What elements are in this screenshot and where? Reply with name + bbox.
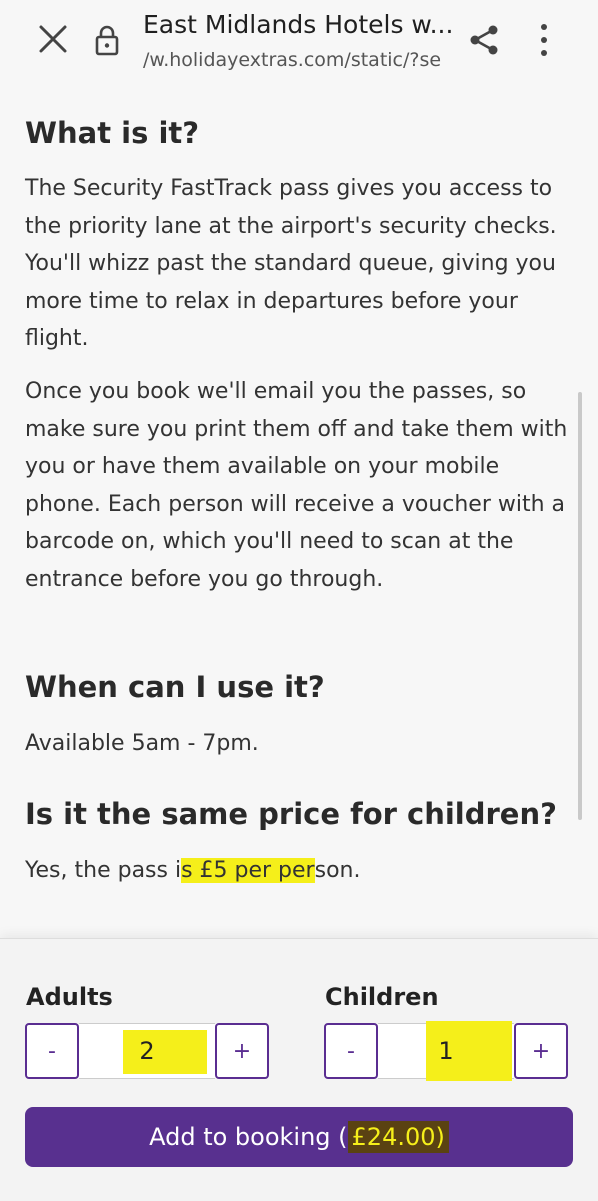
adults-value-highlight (123, 1030, 207, 1074)
adults-label: Adults (26, 983, 113, 1011)
page-title: East Midlands Hotels w... (143, 10, 454, 39)
heading-children-price: Is it the same price for children? (25, 797, 557, 831)
add-to-booking-label: Add to booking ( (149, 1123, 348, 1151)
heading-what-is-it: What is it? (25, 116, 200, 150)
url-bar[interactable]: /w.holidayextras.com/static/?se (143, 49, 441, 71)
children-text-end: son. (314, 858, 361, 883)
scrollbar[interactable] (578, 392, 582, 820)
booking-panel: Adults Children - 2 + - 1 + Add to booki… (0, 938, 598, 1201)
booking-total-price: £24.00) (347, 1121, 449, 1153)
what-is-it-paragraph-2: Once you book we'll email you the passes… (25, 379, 568, 592)
highlighted-price-text: s £5 per per (181, 858, 315, 883)
close-icon[interactable] (36, 22, 70, 56)
page-content: More information What is it? The Securit… (0, 0, 598, 938)
share-icon[interactable] (468, 24, 500, 56)
children-quantity-field[interactable]: 1 (378, 1021, 514, 1081)
what-is-it-paragraph-1: The Security FastTrack pass gives you ac… (25, 176, 557, 351)
children-stepper: - 1 + (324, 1021, 572, 1081)
children-text-start: Yes, the pass i (25, 858, 182, 883)
browser-toolbar: East Midlands Hotels w... /w.holidayextr… (0, 0, 598, 80)
more-options-icon[interactable] (534, 22, 554, 58)
lock-icon[interactable] (94, 24, 120, 56)
children-price-text: Yes, the pass is £5 per person. (25, 852, 573, 890)
adults-quantity-field[interactable]: 2 (79, 1023, 215, 1079)
adults-increment-button[interactable]: + (215, 1023, 269, 1079)
adults-stepper: - 2 + (25, 1023, 273, 1079)
children-label: Children (325, 983, 439, 1011)
heading-when-can-i-use-it: When can I use it? (25, 670, 325, 704)
add-to-booking-button[interactable]: Add to booking (£24.00) (25, 1107, 573, 1167)
adults-value: 2 (139, 1037, 155, 1065)
children-decrement-button[interactable]: - (324, 1023, 378, 1079)
adults-decrement-button[interactable]: - (25, 1023, 79, 1079)
children-value: 1 (438, 1037, 454, 1065)
children-increment-button[interactable]: + (514, 1023, 568, 1079)
when-text: Available 5am - 7pm. (25, 731, 259, 756)
